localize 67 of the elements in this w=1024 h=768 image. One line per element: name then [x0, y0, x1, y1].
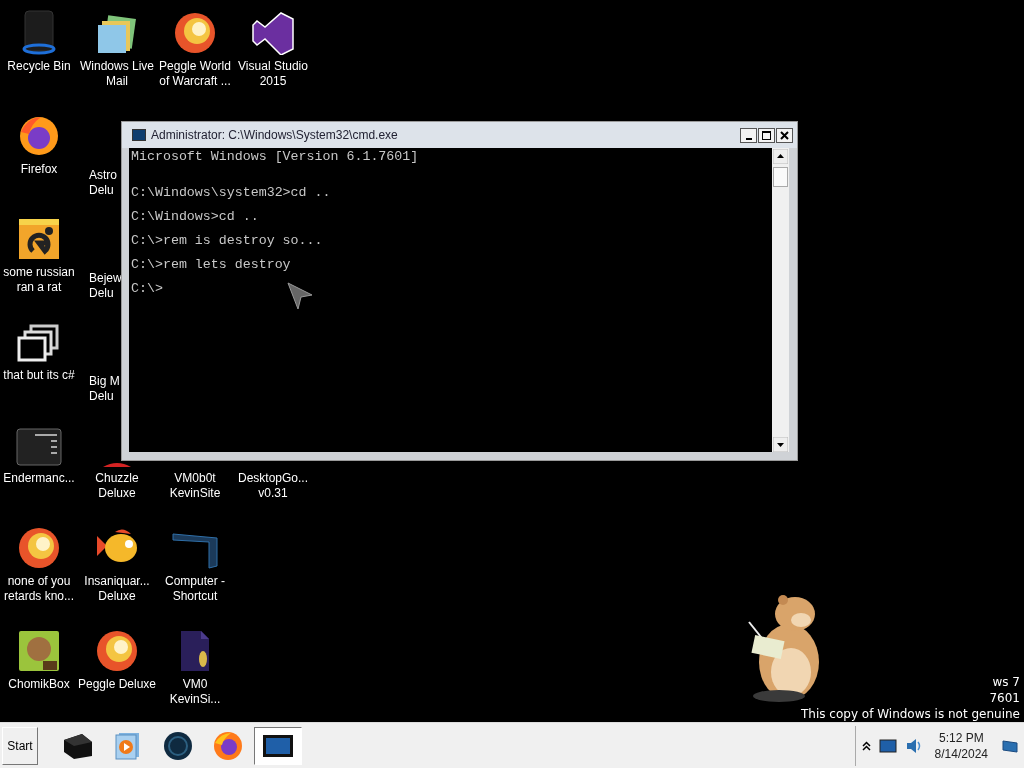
- console-line: C:\Windows>cd ..: [131, 211, 260, 223]
- scrollbar[interactable]: [772, 148, 789, 452]
- icon-label[interactable]: Computer - Shortcut: [165, 574, 225, 604]
- icon-label[interactable]: Firefox: [20, 162, 58, 177]
- chevron-up-icon[interactable]: [861, 740, 871, 751]
- maximize-icon: [762, 130, 771, 140]
- clock[interactable]: 5:12 PM 8/14/2024: [928, 729, 994, 762]
- icon-label[interactable]: none of you retards kno...: [4, 574, 74, 604]
- watermark-text: This copy of Windows is not genuine: [801, 706, 1020, 722]
- icon-label[interactable]: Peggle World of Warcraft ...: [159, 59, 231, 89]
- window-title: Administrator: C:\Windows\System32\cmd.exe: [151, 128, 399, 142]
- fox-icon[interactable]: [17, 114, 61, 158]
- scroll-thumb[interactable]: [773, 167, 788, 187]
- scroll-down-icon[interactable]: [773, 437, 788, 452]
- minimize-button[interactable]: [740, 127, 757, 143]
- icon-label[interactable]: Big M Delu: [89, 374, 120, 404]
- minimize-icon: [745, 137, 752, 140]
- show-desktop-icon[interactable]: [1002, 738, 1018, 753]
- icon-label[interactable]: Insaniquar... Deluxe: [84, 574, 150, 604]
- ribbon-icon[interactable]: [251, 11, 295, 55]
- panel-icon[interactable]: [15, 427, 63, 467]
- box-icon[interactable]: [17, 629, 61, 673]
- monitor-icon[interactable]: [878, 738, 897, 753]
- console-line: C:\>rem is destroy so...: [131, 235, 324, 247]
- monitor-icon: [262, 733, 294, 758]
- watermark-text: ws 7: [992, 674, 1020, 690]
- clock-time: 5:12 PM: [938, 729, 984, 746]
- swirl-icon[interactable]: [95, 629, 139, 673]
- fox-icon: [213, 730, 243, 761]
- box-icon: [62, 731, 94, 760]
- icon-label[interactable]: Windows Live Mail: [80, 59, 154, 89]
- icon-label[interactable]: Recycle Bin: [7, 59, 71, 74]
- start-button[interactable]: Start: [2, 726, 38, 765]
- speaker-icon[interactable]: [904, 736, 921, 755]
- taskbar-button[interactable]: [254, 726, 302, 765]
- icon-label[interactable]: Chuzzle Deluxe: [95, 471, 139, 501]
- scroll-up-icon[interactable]: [773, 149, 788, 164]
- close-icon: [780, 130, 789, 140]
- cursor-icon: [287, 282, 313, 310]
- icon-label[interactable]: Astro Delu: [89, 168, 117, 198]
- watermark-text: 7601: [989, 690, 1020, 706]
- icon-label[interactable]: ChomikBox: [8, 677, 70, 692]
- icon-label[interactable]: Bejew Delu: [89, 271, 122, 301]
- console-line: Microsoft Windows [Version 6.1.7601]: [131, 151, 420, 163]
- blob-icon[interactable]: [102, 462, 132, 467]
- console-icon: [132, 129, 146, 141]
- close-button[interactable]: [776, 127, 793, 143]
- icon-label[interactable]: DesktopGo... v0.31: [238, 471, 308, 501]
- windows-stack-icon[interactable]: [17, 324, 61, 364]
- swirl-icon[interactable]: [173, 11, 217, 55]
- icon-label[interactable]: Visual Studio 2015: [238, 59, 308, 89]
- console-line: C:\>: [131, 283, 164, 295]
- maximize-button[interactable]: [758, 127, 775, 143]
- globe-icon: [163, 730, 193, 761]
- icon-label[interactable]: Peggle Deluxe: [77, 677, 157, 692]
- play-icon: [115, 731, 141, 760]
- icon-label[interactable]: VM0b0t KevinSite: [169, 471, 221, 501]
- icon-label[interactable]: VM0 KevinSi...: [169, 677, 221, 707]
- icon-label[interactable]: some russian ran a rat: [3, 265, 75, 295]
- folder-icon[interactable]: [96, 15, 138, 55]
- console-line: C:\>rem lets destroy: [131, 259, 292, 271]
- icon-label[interactable]: that but its c#: [3, 368, 75, 383]
- icon-label[interactable]: Endermanc...: [3, 471, 75, 486]
- clock-date: 8/14/2024: [934, 745, 988, 762]
- bin-icon[interactable]: [21, 9, 57, 55]
- console-line: C:\Windows\system32>cd ..: [131, 187, 332, 199]
- swirl-icon[interactable]: [17, 526, 61, 570]
